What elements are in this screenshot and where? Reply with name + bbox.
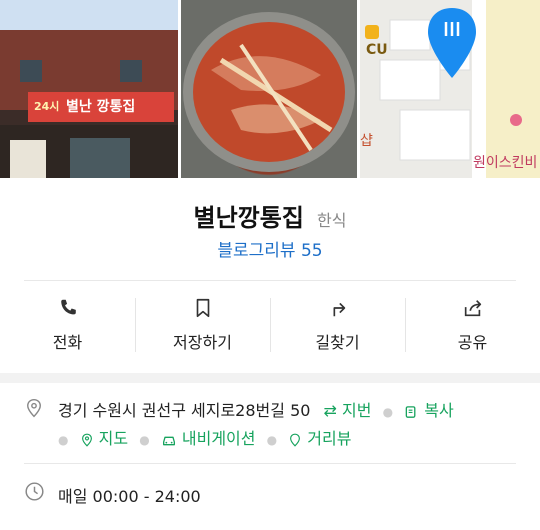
place-category: 한식: [317, 211, 347, 230]
address-line: 경기 수원시 권선구 세지로28번길 50 ⇄ 지번 ● 복사: [58, 397, 454, 421]
map-poi-cu: CU: [366, 42, 388, 58]
sign-shop-name: 별난 깡통집: [66, 99, 136, 115]
call-button[interactable]: 전화: [0, 292, 135, 358]
map-pin-icon: [81, 433, 92, 447]
copy-label: 복사: [424, 401, 454, 420]
street-view-icon: [290, 433, 301, 447]
section-gap: [0, 373, 540, 383]
map-poi-onepiece: 원이스킨비: [473, 155, 538, 171]
street-view-link[interactable]: 거리뷰: [288, 429, 351, 448]
address-text: 경기 수원시 권선구 세지로28번길 50: [58, 401, 311, 420]
bookmark-icon: [196, 298, 209, 318]
divider: [24, 280, 516, 281]
navigation-link[interactable]: 내비게이션: [161, 429, 261, 448]
separator-dot: ●: [266, 433, 278, 447]
street-view-label: 거리뷰: [307, 429, 352, 448]
place-name: 별난깡통집: [193, 204, 304, 232]
sign-24h: 24시: [34, 100, 60, 113]
directions-label: 길찾기: [315, 333, 360, 352]
copy-button[interactable]: 복사: [404, 401, 454, 420]
call-label: 전화: [52, 333, 83, 352]
blog-review-label: 블로그리뷰 55: [217, 241, 323, 261]
phone-icon: [60, 299, 76, 315]
divider: [24, 463, 516, 464]
address-actions: ● 지도 ● 내비게이션 ● 거리뷰: [58, 425, 351, 449]
save-label: 저장하기: [173, 333, 232, 352]
photo-strip: 24시 별난 깡통집 CU 샵 원이스킨비: [0, 0, 540, 178]
map-label: 지도: [98, 429, 129, 448]
location-pin-icon: [27, 398, 41, 418]
blog-review-link[interactable]: 블로그리뷰 55: [0, 236, 540, 261]
save-button[interactable]: 저장하기: [135, 292, 270, 358]
navigation-label: 내비게이션: [181, 429, 256, 448]
directions-icon: [333, 302, 345, 317]
business-hours: 매일 00:00 - 24:00: [58, 487, 201, 506]
map-thumbnail[interactable]: CU 샵 원이스킨비: [360, 0, 540, 178]
share-icon: [464, 300, 481, 317]
clock-icon: [25, 482, 44, 501]
separator-dot: ●: [139, 433, 150, 447]
jibun-toggle[interactable]: ⇄ 지번: [324, 401, 377, 420]
jibun-label: 지번: [342, 401, 372, 420]
storefront-illustration: [0, 30, 178, 178]
info-section: 경기 수원시 권선구 세지로28번길 50 ⇄ 지번 ● 복사 ● 지도 ● 내…: [0, 383, 540, 530]
separator-dot: ●: [382, 405, 394, 419]
car-icon: [162, 436, 175, 445]
place-title-row: 별난깡통집 한식: [0, 198, 540, 233]
separator-dot: ●: [58, 433, 69, 447]
storefront-photo[interactable]: 24시 별난 깡통집: [0, 0, 178, 178]
map-link[interactable]: 지도: [80, 429, 134, 448]
copy-icon: [405, 405, 416, 418]
stew-illustration: [183, 12, 355, 172]
map-poi-shop: 샵: [360, 133, 373, 149]
food-photo[interactable]: [181, 0, 357, 178]
directions-button[interactable]: 길찾기: [270, 292, 405, 358]
share-button[interactable]: 공유: [405, 292, 540, 358]
action-bar: 전화 저장하기 길찾기 공유: [0, 292, 540, 358]
swap-icon: ⇄: [323, 401, 337, 420]
share-label: 공유: [457, 333, 488, 352]
